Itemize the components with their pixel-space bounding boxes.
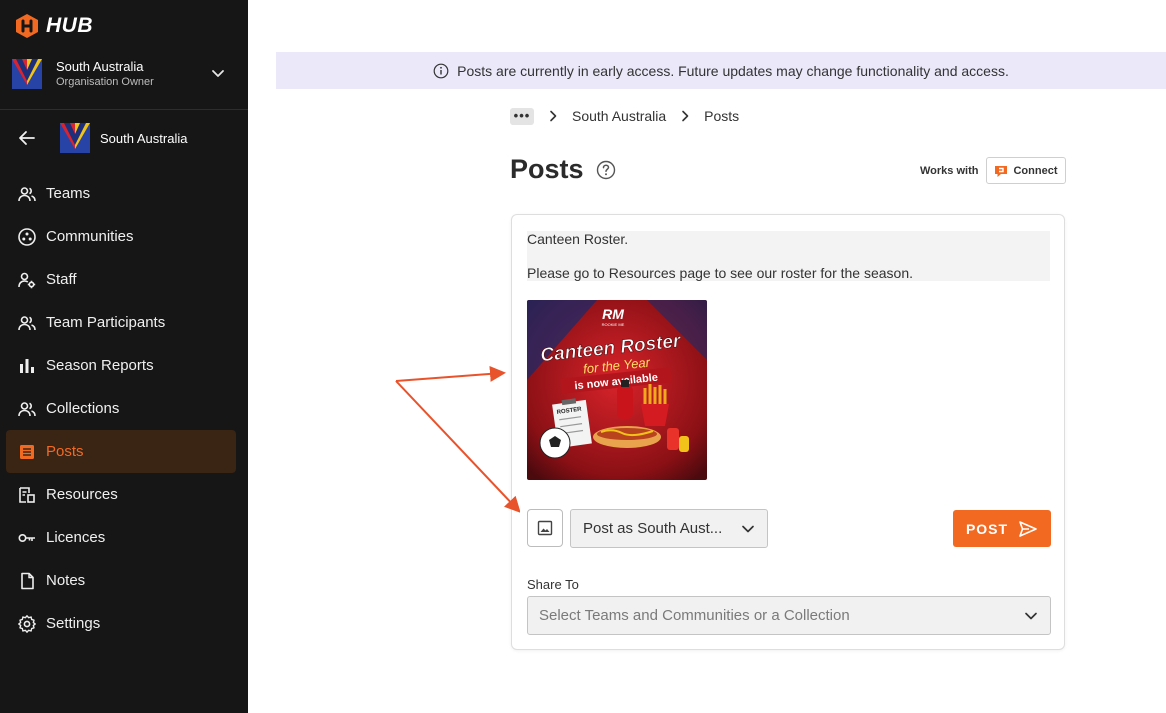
works-with: Works with Connect — [920, 157, 1067, 184]
sidebar-item-resources[interactable]: Resources — [6, 473, 236, 516]
sidebar-divider — [0, 109, 248, 110]
sidebar-item-settings[interactable]: Settings — [6, 602, 236, 645]
sidebar: HUB South Australia Organisation Owner S… — [0, 0, 248, 713]
sidebar-item-label: Licences — [46, 529, 106, 546]
post-button-label: POST — [965, 520, 1009, 537]
sidebar-item-label: Communities — [46, 228, 134, 245]
sidebar-nav: Teams Communities Staff Team Participant… — [6, 172, 236, 645]
people-icon — [18, 186, 36, 201]
gear-icon — [18, 614, 36, 633]
chevron-down-icon — [1025, 612, 1037, 620]
sidebar-item-collections[interactable]: Collections — [6, 387, 236, 430]
org-switcher[interactable]: South Australia Organisation Owner — [12, 56, 236, 92]
sidebar-item-label: Resources — [46, 486, 118, 503]
image-brand: RM — [602, 306, 624, 322]
sidebar-item-season-reports[interactable]: Season Reports — [6, 344, 236, 387]
chevron-right-icon — [550, 110, 557, 122]
breadcrumb-org-link[interactable]: South Australia — [572, 108, 666, 124]
org-shield-icon — [12, 59, 42, 89]
image-brand-sub: ROOKIE ME — [602, 322, 625, 327]
share-to-placeholder: Select Teams and Communities or a Collec… — [539, 607, 850, 624]
sidebar-item-team-participants[interactable]: Team Participants — [6, 301, 236, 344]
send-icon — [1019, 520, 1037, 537]
connect-label: Connect — [1013, 164, 1058, 177]
share-to-label: Share To — [527, 577, 579, 592]
communities-icon — [18, 227, 36, 246]
hub-logo-icon — [16, 14, 38, 38]
people-icon — [18, 401, 36, 416]
back-row-label: South Australia — [100, 130, 188, 146]
people-icon — [18, 315, 36, 330]
bar-chart-icon — [20, 358, 34, 373]
post-button[interactable]: POST — [953, 510, 1051, 547]
share-to-select[interactable]: Select Teams and Communities or a Collec… — [527, 596, 1051, 635]
posts-icon — [20, 444, 34, 459]
post-as-value: Post as South Aust... — [583, 520, 723, 537]
chevron-down-icon — [742, 525, 754, 533]
org-role: Organisation Owner — [56, 75, 154, 88]
help-icon[interactable] — [596, 160, 616, 180]
logo-text: HUB — [46, 14, 93, 37]
sidebar-item-label: Notes — [46, 572, 86, 589]
sidebar-item-label: Collections — [46, 400, 120, 417]
connect-badge[interactable]: Connect — [986, 157, 1067, 184]
sidebar-item-label: Posts — [46, 443, 84, 460]
breadcrumb-current: Posts — [704, 108, 740, 124]
resources-icon — [19, 486, 35, 503]
post-text-line-2: Please go to Resources page to see our r… — [527, 265, 914, 281]
post-composer: Canteen Roster. Please go to Resources p… — [511, 214, 1065, 650]
sidebar-item-label: Team Participants — [46, 314, 166, 331]
breadcrumb: ••• South Australia Posts — [510, 104, 739, 128]
image-icon — [537, 520, 553, 536]
key-icon — [18, 533, 35, 542]
page-title: Posts — [510, 154, 584, 184]
sidebar-item-licences[interactable]: Licences — [6, 516, 236, 559]
info-icon — [433, 63, 449, 78]
annotation-arrows — [395, 365, 520, 513]
sidebar-item-label: Settings — [46, 615, 101, 632]
chevron-right-icon — [682, 110, 689, 122]
hub-logo[interactable]: HUB — [14, 12, 93, 40]
sidebar-item-posts[interactable]: Posts — [6, 430, 236, 473]
sidebar-item-label: Staff — [46, 271, 77, 288]
add-image-button[interactable] — [527, 509, 563, 547]
sidebar-item-communities[interactable]: Communities — [6, 215, 236, 258]
post-text-line-1: Canteen Roster. — [527, 231, 629, 247]
post-image-canteen-roster[interactable]: RM ROOKIE ME Canteen Roster for the Year… — [527, 300, 707, 480]
sidebar-item-notes[interactable]: Notes — [6, 559, 236, 602]
org-shield-icon — [60, 123, 90, 153]
connect-logo-icon — [995, 165, 1008, 177]
org-name: South Australia — [56, 58, 144, 74]
back-row[interactable]: South Australia — [16, 122, 187, 154]
back-arrow-icon[interactable] — [16, 127, 38, 149]
chevron-down-icon[interactable] — [208, 64, 228, 84]
staff-gear-icon — [18, 272, 36, 288]
sidebar-item-label: Season Reports — [46, 357, 154, 374]
banner-text: Posts are currently in early access. Fut… — [457, 62, 1009, 79]
breadcrumb-more-button[interactable]: ••• — [510, 107, 534, 125]
early-access-banner: Posts are currently in early access. Fut… — [276, 52, 1166, 89]
works-with-label: Works with — [920, 164, 979, 177]
post-text-area[interactable]: Canteen Roster. Please go to Resources p… — [527, 231, 1050, 281]
post-as-select[interactable]: Post as South Aust... — [570, 509, 768, 548]
sidebar-item-staff[interactable]: Staff — [6, 258, 236, 301]
sidebar-item-teams[interactable]: Teams — [6, 172, 236, 215]
sidebar-item-label: Teams — [46, 185, 91, 202]
note-icon — [21, 572, 34, 589]
